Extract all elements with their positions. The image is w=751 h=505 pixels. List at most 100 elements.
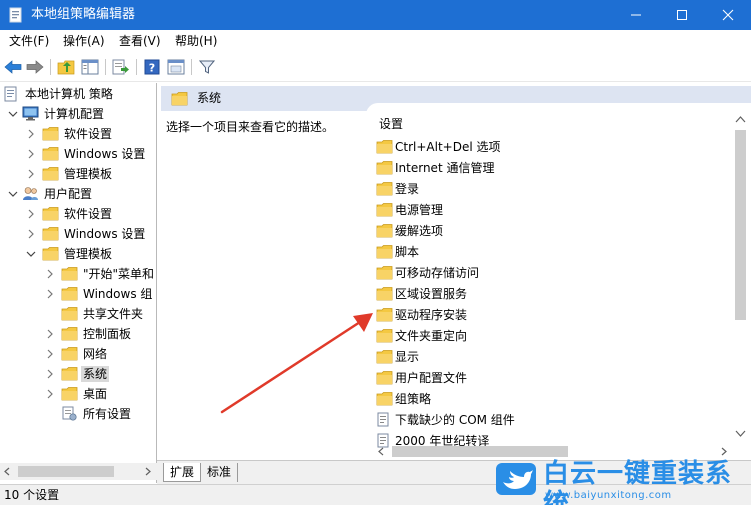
list-item[interactable]: 文件夹重定向 bbox=[376, 325, 716, 346]
tree-item-windows-settings[interactable]: Windows 设置 bbox=[0, 224, 156, 244]
chevron-right-icon[interactable] bbox=[45, 288, 55, 299]
up-folder-icon[interactable] bbox=[56, 57, 76, 77]
list-item-label: 用户配置文件 bbox=[395, 371, 468, 385]
close-icon bbox=[722, 9, 734, 21]
folder-icon bbox=[61, 366, 78, 381]
column-header-setting[interactable]: 设置 bbox=[379, 116, 403, 132]
tree-item-computer-config[interactable]: 计算机配置 bbox=[0, 104, 156, 124]
chevron-right-icon[interactable] bbox=[45, 368, 55, 379]
menu-file[interactable]: 文件(F) bbox=[9, 33, 49, 49]
tree-item-label: 共享文件夹 bbox=[83, 307, 144, 321]
tree-horizontal-scrollbar[interactable] bbox=[0, 463, 157, 480]
back-icon[interactable] bbox=[3, 57, 23, 77]
tree-item-windows-components[interactable]: Windows 组 bbox=[0, 284, 156, 304]
tree-item-start-menu[interactable]: "开始"菜单和 bbox=[0, 264, 156, 284]
tree-item-windows-settings[interactable]: Windows 设置 bbox=[0, 144, 156, 164]
settings-list: 设置 Ctrl+Alt+Del 选项 Internet 通信管理 登录 电源管理… bbox=[366, 103, 751, 459]
list-item[interactable]: 组策略 bbox=[376, 388, 716, 409]
properties-icon[interactable] bbox=[166, 57, 186, 77]
chevron-right-icon[interactable] bbox=[26, 228, 36, 239]
tree-item-label: Windows 组 bbox=[83, 287, 153, 301]
tree-item-admin-templates[interactable]: 管理模板 bbox=[0, 244, 156, 264]
chevron-right-icon[interactable] bbox=[26, 168, 36, 179]
list-item[interactable]: 区域设置服务 bbox=[376, 283, 716, 304]
tree-item-label: 本地计算机 策略 bbox=[25, 87, 113, 101]
list-item-driver-installation[interactable]: 驱动程序安装 bbox=[376, 304, 716, 325]
maximize-icon bbox=[677, 10, 687, 20]
menu-help[interactable]: 帮助(H) bbox=[175, 33, 217, 49]
tree-pane: 本地计算机 策略 计算机配置 软件设置 Windows 设置 管理模板 用户配置 bbox=[0, 83, 157, 483]
tree-item-label: 系统 bbox=[81, 366, 110, 382]
folder-icon bbox=[376, 139, 393, 157]
folder-icon bbox=[61, 306, 78, 321]
folder-icon bbox=[42, 226, 59, 241]
tree-item-label: Windows 设置 bbox=[64, 147, 146, 161]
maximize-button[interactable] bbox=[659, 0, 705, 30]
menu-action[interactable]: 操作(A) bbox=[63, 33, 105, 49]
tree-item-label: 控制面板 bbox=[83, 327, 132, 341]
status-text: 10 个设置 bbox=[4, 488, 60, 502]
toolbar-separator bbox=[105, 59, 106, 75]
tree-item-user-config[interactable]: 用户配置 bbox=[0, 184, 156, 204]
watermark-logo: 白云一键重装系统 www.baiyunxitong.com bbox=[495, 458, 751, 505]
chevron-right-icon[interactable] bbox=[26, 128, 36, 139]
tree-item-network[interactable]: 网络 bbox=[0, 344, 156, 364]
folder-icon bbox=[171, 91, 188, 109]
tree-item-admin-templates[interactable]: 管理模板 bbox=[0, 164, 156, 184]
list-item[interactable]: Ctrl+Alt+Del 选项 bbox=[376, 136, 716, 157]
folder-icon bbox=[376, 160, 393, 178]
list-item-label: 缓解选项 bbox=[395, 224, 444, 238]
tree-item-all-settings[interactable]: 所有设置 bbox=[0, 404, 156, 424]
forward-icon[interactable] bbox=[25, 57, 45, 77]
help-icon[interactable]: ? bbox=[142, 57, 162, 77]
tree-item-shared-folders[interactable]: 共享文件夹 bbox=[0, 304, 156, 324]
chevron-down-icon[interactable] bbox=[8, 188, 18, 198]
list-vertical-scrollbar[interactable] bbox=[732, 110, 749, 443]
list-item[interactable]: 可移动存储访问 bbox=[376, 262, 716, 283]
tree-item-control-panel[interactable]: 控制面板 bbox=[0, 324, 156, 344]
list-item-label: 脚本 bbox=[395, 245, 420, 259]
tab-extended[interactable]: 扩展 bbox=[163, 463, 202, 482]
list-item-label: 驱动程序安装 bbox=[395, 308, 468, 322]
tree-item-label: 管理模板 bbox=[64, 167, 113, 181]
folder-icon bbox=[376, 244, 393, 262]
export-list-icon[interactable] bbox=[111, 57, 131, 77]
chevron-right-icon[interactable] bbox=[45, 348, 55, 359]
list-item[interactable]: 登录 bbox=[376, 178, 716, 199]
list-item[interactable]: 电源管理 bbox=[376, 199, 716, 220]
show-hide-tree-icon[interactable] bbox=[80, 57, 100, 77]
chevron-right-icon[interactable] bbox=[45, 388, 55, 399]
tree-item-local-computer-policy[interactable]: 本地计算机 策略 bbox=[0, 84, 156, 104]
list-item[interactable]: Internet 通信管理 bbox=[376, 157, 716, 178]
close-button[interactable] bbox=[705, 0, 751, 30]
window-title: 本地组策略编辑器 bbox=[31, 7, 136, 22]
toolbar-separator bbox=[191, 59, 192, 75]
list-item[interactable]: 缓解选项 bbox=[376, 220, 716, 241]
chevron-right-icon[interactable] bbox=[45, 328, 55, 339]
tree-item-label: 软件设置 bbox=[64, 207, 113, 221]
menu-view[interactable]: 查看(V) bbox=[119, 33, 161, 49]
list-item[interactable]: 显示 bbox=[376, 346, 716, 367]
tree-item-label: 所有设置 bbox=[83, 407, 132, 421]
chevron-right-icon[interactable] bbox=[45, 268, 55, 279]
tree-item-system[interactable]: 系统 bbox=[0, 364, 156, 384]
folder-icon bbox=[61, 266, 78, 281]
chevron-down-icon[interactable] bbox=[8, 108, 18, 118]
toolbar-separator bbox=[136, 59, 137, 75]
folder-icon bbox=[61, 326, 78, 341]
filter-icon[interactable] bbox=[197, 57, 217, 77]
minimize-button[interactable] bbox=[613, 0, 659, 30]
list-item[interactable]: 脚本 bbox=[376, 241, 716, 262]
chevron-right-icon[interactable] bbox=[26, 148, 36, 159]
chevron-down-icon[interactable] bbox=[26, 248, 36, 258]
all-settings-icon bbox=[61, 406, 78, 421]
tab-standard[interactable]: 标准 bbox=[201, 463, 239, 482]
content-header-title: 系统 bbox=[197, 91, 222, 105]
description-text: 选择一个项目来查看它的描述。 bbox=[166, 120, 335, 134]
list-item[interactable]: 用户配置文件 bbox=[376, 367, 716, 388]
tree-item-software-settings[interactable]: 软件设置 bbox=[0, 204, 156, 224]
list-item[interactable]: 下载缺少的 COM 组件 bbox=[376, 409, 716, 430]
chevron-right-icon[interactable] bbox=[26, 208, 36, 219]
tree-item-desktop[interactable]: 桌面 bbox=[0, 384, 156, 404]
tree-item-software-settings[interactable]: 软件设置 bbox=[0, 124, 156, 144]
